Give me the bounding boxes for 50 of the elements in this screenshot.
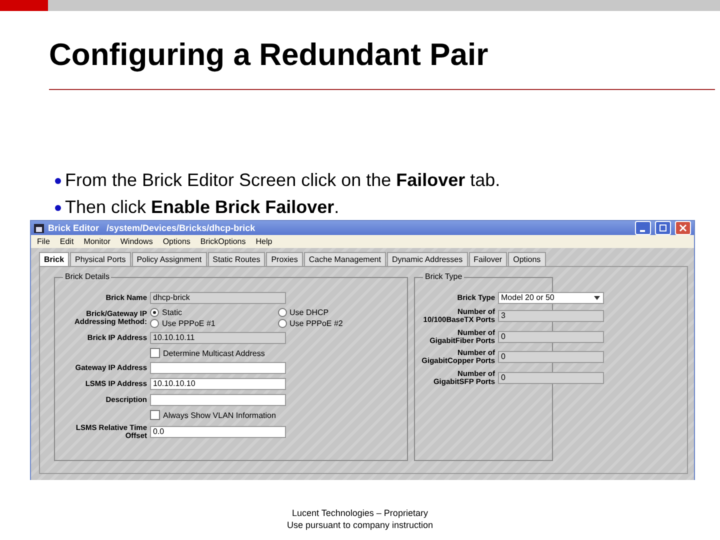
bullet-icon [55, 178, 61, 184]
text-field[interactable]: 10.10.10.10 [150, 378, 286, 390]
checkbox-label: Always Show VLAN Information [163, 410, 276, 420]
radio-label: Use PPPoE #1 [162, 319, 216, 328]
footer-text: Use pursuant to company instruction [286, 519, 434, 531]
slide-title: Configuring a Redundant Pair [49, 37, 488, 74]
tab[interactable]: Dynamic Addresses [386, 252, 468, 266]
app-icon [34, 224, 44, 232]
menu-item[interactable]: BrickOptions [200, 237, 246, 246]
maximize-icon [659, 224, 667, 232]
footer-text: Lucent Technologies – Proprietary [292, 507, 428, 519]
minimize-button[interactable] [635, 221, 651, 235]
close-button[interactable] [675, 221, 691, 235]
tab[interactable]: Cache Management [304, 252, 386, 266]
dropdown[interactable]: Model 20 or 50 [498, 292, 604, 304]
bullet-text: From the Brick Editor Screen click on the Failover tab. [65, 170, 500, 191]
window-title: Brick Editor /system/Devices/Bricks/dhcp-brick [48, 223, 256, 233]
text-field[interactable] [150, 394, 286, 406]
group-title: Brick Type [423, 272, 464, 281]
checkbox-label: Determine Multicast Address [163, 348, 265, 358]
radio-button[interactable] [150, 308, 159, 317]
radio-button[interactable] [150, 319, 159, 328]
menu-item[interactable]: Options [162, 237, 190, 246]
radio-button[interactable] [278, 308, 286, 317]
checkbox[interactable] [150, 348, 160, 358]
tab[interactable]: Failover [468, 252, 508, 266]
text-field[interactable]: 0.0 [150, 426, 286, 438]
menu-item[interactable]: Help [256, 237, 272, 246]
menu-item[interactable]: Monitor [84, 237, 110, 246]
close-icon [679, 224, 687, 232]
radio-label: Use PPPoE #2 [290, 319, 343, 328]
radio-label: Static [162, 308, 182, 317]
radio-label: Use DHCP [290, 308, 329, 317]
menu-item[interactable]: File [37, 237, 50, 246]
maximize-button[interactable] [655, 221, 671, 235]
bullet-text: Then click Enable Brick Failover. [65, 197, 340, 218]
tab[interactable]: Physical Ports [70, 252, 131, 266]
tab[interactable]: Proxies [266, 252, 303, 266]
text-field[interactable] [150, 362, 286, 374]
checkbox[interactable] [150, 410, 160, 420]
menu-item[interactable]: Windows [120, 237, 153, 246]
tab[interactable]: Options [508, 252, 546, 266]
menu-item[interactable]: Edit [60, 237, 74, 246]
tab[interactable]: Policy Assignment [132, 252, 207, 266]
tab[interactable]: Static Routes [208, 252, 266, 266]
caret-icon [593, 294, 601, 302]
tab[interactable]: Brick [39, 252, 70, 266]
radio-button[interactable] [278, 319, 286, 328]
bullet-icon [55, 204, 61, 210]
group-title: Brick Details [63, 272, 112, 281]
